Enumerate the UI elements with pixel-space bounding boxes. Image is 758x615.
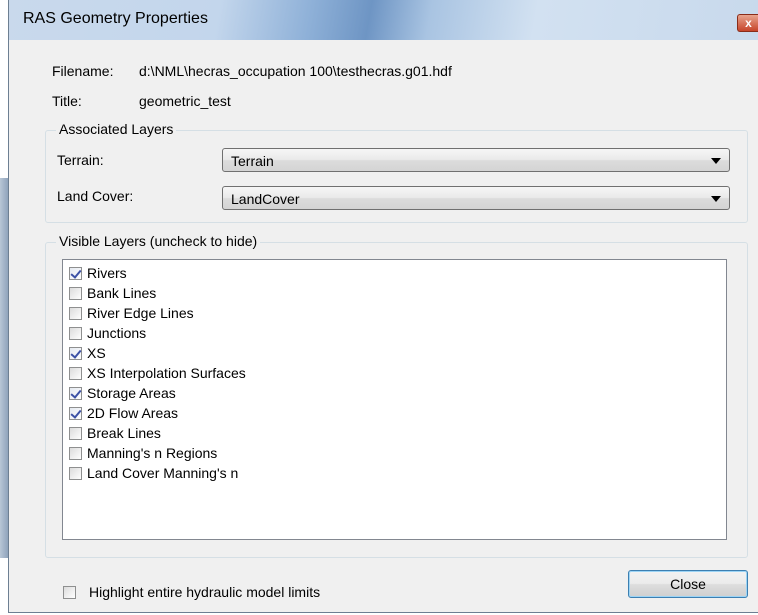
landcover-dropdown[interactable]: LandCover (222, 186, 730, 210)
landcover-selected-value: LandCover (231, 191, 300, 207)
visible-layers-list[interactable]: Rivers Bank Lines River Edge Lines Junction… (62, 259, 727, 540)
layer-checkbox[interactable] (69, 407, 82, 420)
checkmark-icon (70, 387, 82, 399)
layer-label: Manning's n Regions (87, 445, 218, 461)
highlight-limits-checkbox[interactable] (63, 586, 76, 599)
dialog-window: RAS Geometry Properties x Filename: d:\N… (8, 0, 758, 613)
layer-checkbox[interactable] (69, 467, 82, 480)
title-value: geometric_test (139, 93, 231, 109)
terrain-dropdown[interactable]: Terrain (222, 148, 730, 172)
close-button[interactable]: Close (628, 570, 748, 598)
chevron-down-icon (711, 196, 721, 202)
layer-checkbox[interactable] (69, 327, 82, 340)
visible-layers-legend: Visible Layers (uncheck to hide) (56, 233, 261, 249)
layer-label: Rivers (87, 265, 127, 281)
layer-label: XS Interpolation Surfaces (87, 365, 246, 381)
layer-checkbox[interactable] (69, 307, 82, 320)
terrain-selected-value: Terrain (231, 153, 274, 169)
highlight-limits-label: Highlight entire hydraulic model limits (89, 584, 321, 600)
layer-label: Storage Areas (87, 385, 176, 401)
layer-label: River Edge Lines (87, 305, 194, 321)
filename-value: d:\NML\hecras_occupation 100\testhecras.… (139, 63, 452, 79)
layer-label: 2D Flow Areas (87, 405, 179, 421)
layer-checkbox[interactable] (69, 367, 82, 380)
layer-label: XS (87, 345, 106, 361)
layer-label: Bank Lines (87, 285, 157, 301)
checkmark-icon (70, 347, 82, 359)
layer-label: Break Lines (87, 425, 161, 441)
layer-checkbox[interactable] (69, 447, 82, 460)
checkmark-icon (70, 407, 82, 419)
layer-checkbox[interactable] (69, 267, 82, 280)
terrain-label: Terrain: (57, 152, 104, 168)
associated-layers-legend: Associated Layers (56, 121, 177, 137)
window-close-icon[interactable]: x (737, 14, 758, 32)
layer-checkbox[interactable] (69, 287, 82, 300)
checkmark-icon (70, 267, 82, 279)
title-bar[interactable]: RAS Geometry Properties x (9, 0, 758, 40)
chevron-down-icon (711, 158, 721, 164)
layer-checkbox[interactable] (69, 387, 82, 400)
background-window-edge (0, 178, 8, 558)
layer-checkbox[interactable] (69, 347, 82, 360)
title-label: Title: (52, 93, 82, 109)
layer-label: Land Cover Manning's n (87, 465, 239, 481)
filename-label: Filename: (52, 63, 114, 79)
associated-layers-group: Associated Layers Terrain: Terrain Land … (45, 121, 748, 223)
window-title: RAS Geometry Properties (23, 10, 208, 27)
layer-checkbox[interactable] (69, 427, 82, 440)
landcover-label: Land Cover: (57, 188, 134, 204)
layer-label: Junctions (87, 325, 147, 341)
